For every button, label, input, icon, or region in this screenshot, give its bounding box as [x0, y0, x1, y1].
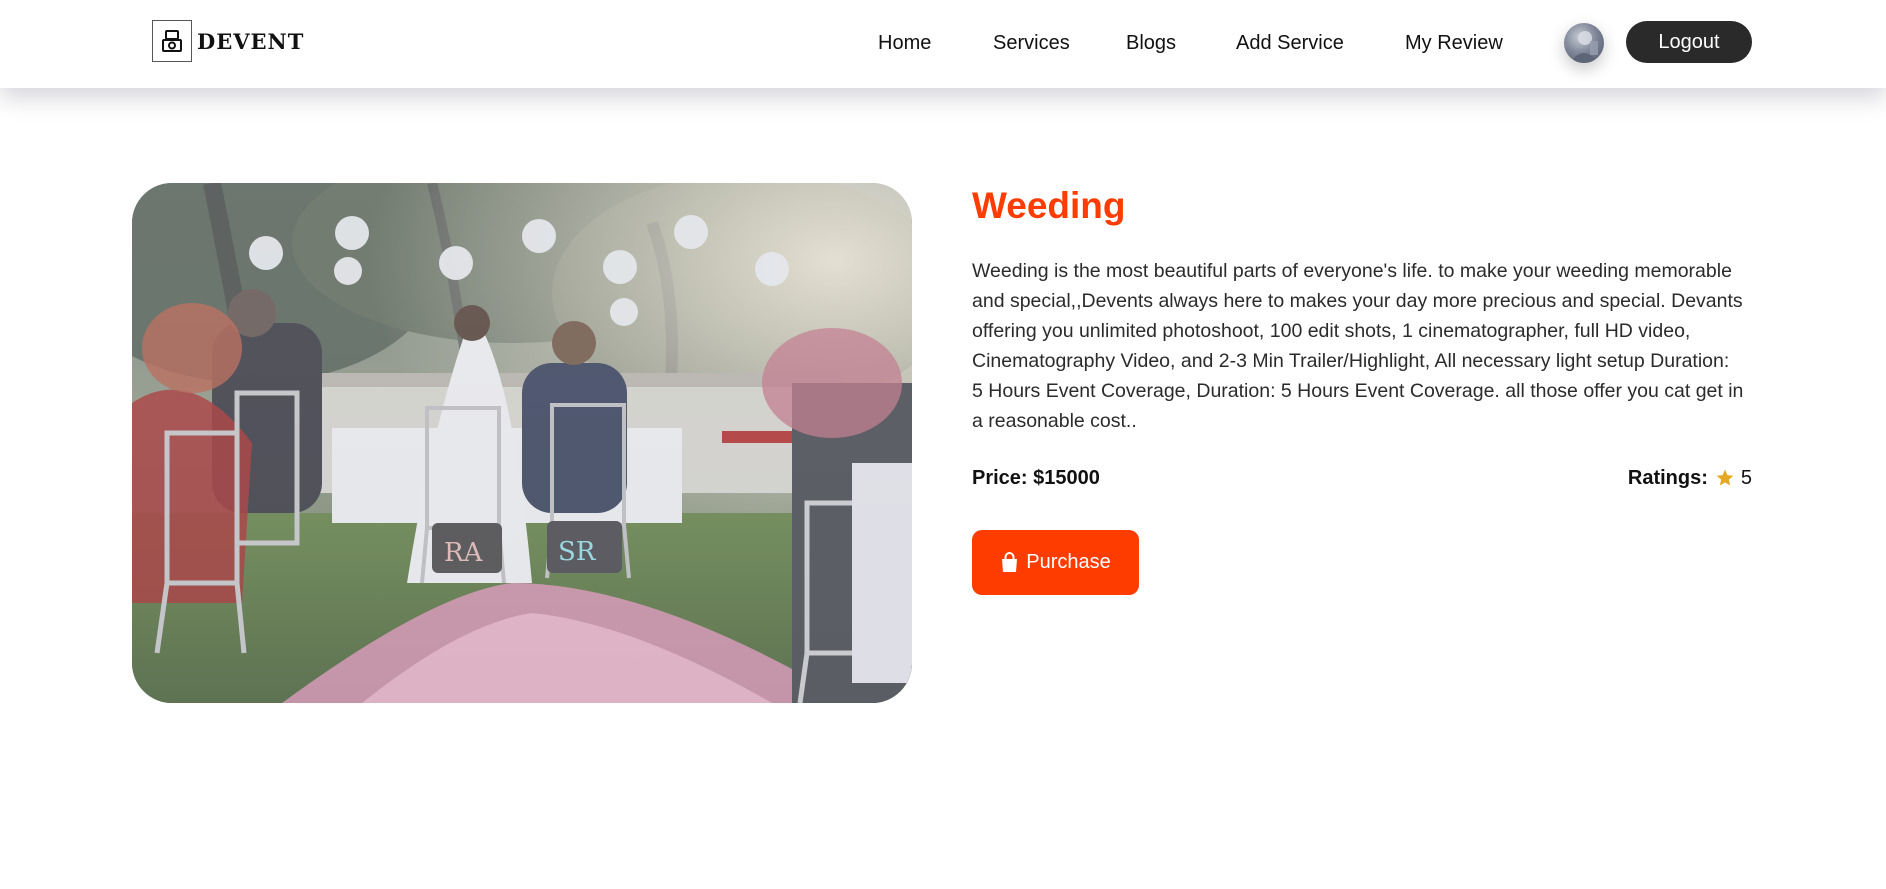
- shopping-bag-icon: [1002, 552, 1018, 572]
- service-description: Weeding is the most beautiful parts of e…: [972, 260, 1744, 432]
- service-price: Price: $15000: [972, 467, 1100, 489]
- service-ratings: Ratings: 5: [1628, 465, 1752, 491]
- service-title: Weeding: [972, 185, 1126, 226]
- logout-button[interactable]: Logout: [1626, 21, 1752, 63]
- purchase-button[interactable]: Purchase: [972, 530, 1139, 595]
- rating-value: 5: [1740, 467, 1752, 489]
- service-image: RA SR: [132, 183, 912, 703]
- nav-my-review[interactable]: My Review: [1405, 28, 1503, 58]
- nav-home[interactable]: Home: [878, 28, 931, 58]
- purchase-label: Purchase: [1026, 551, 1111, 573]
- nav-blogs[interactable]: Blogs: [1126, 28, 1176, 58]
- star-icon: [1716, 469, 1734, 486]
- nav-services[interactable]: Services: [993, 28, 1070, 58]
- nav-add-service[interactable]: Add Service: [1236, 28, 1344, 58]
- top-navbar: DEVENT Home Services Blogs Add Service M…: [0, 0, 1886, 88]
- ratings-label: Ratings:: [1627, 467, 1708, 489]
- user-avatar[interactable]: [1564, 23, 1604, 63]
